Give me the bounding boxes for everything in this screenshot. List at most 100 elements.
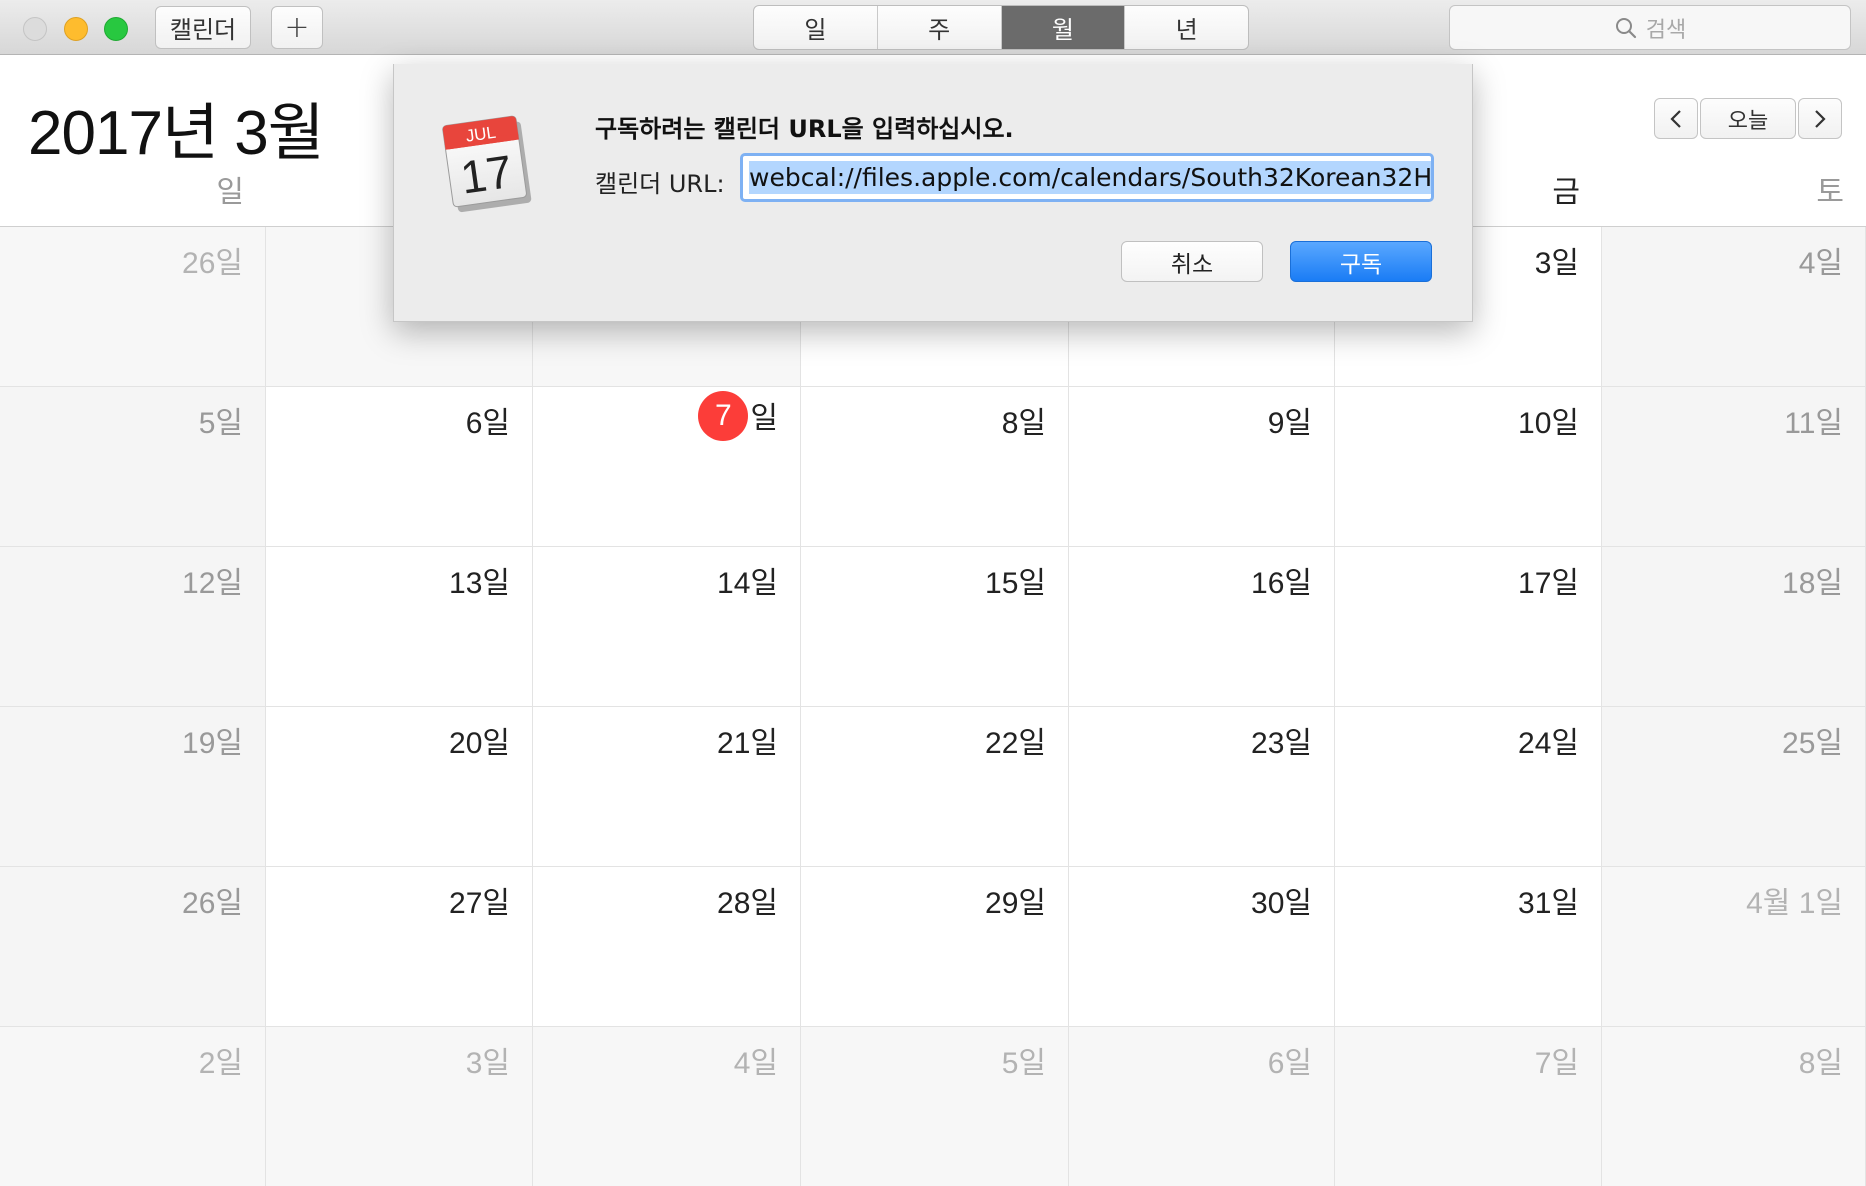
day-cell[interactable]: 8일 xyxy=(1602,1027,1866,1186)
day-number: 11일 xyxy=(1784,407,1843,440)
calendar-icon-day: 17 xyxy=(457,145,515,204)
day-number: 19일 xyxy=(182,727,243,760)
day-cell[interactable]: 5일 xyxy=(801,1027,1069,1186)
calendar-url-field[interactable]: webcal://files.apple.com/calendars/South… xyxy=(740,153,1434,202)
search-input[interactable]: 검색 xyxy=(1449,5,1851,50)
day-number: 22일 xyxy=(985,727,1046,760)
today-badge: 7 xyxy=(698,391,749,442)
day-cell[interactable]: 10일 xyxy=(1335,387,1602,547)
day-number: 15일 xyxy=(985,567,1046,600)
day-cell[interactable]: 3일 xyxy=(266,1027,533,1186)
day-cell[interactable]: 11일 xyxy=(1602,387,1866,547)
day-cell[interactable]: 7일 xyxy=(1335,1027,1602,1186)
day-number: 8일 xyxy=(1001,407,1046,440)
day-cell[interactable]: 12일 xyxy=(0,547,266,707)
day-number: 8일 xyxy=(1798,1047,1843,1080)
day-number: 6일 xyxy=(1267,1047,1312,1080)
day-cell[interactable]: 28일 xyxy=(533,867,801,1027)
day-cell[interactable]: 27일 xyxy=(266,867,533,1027)
weekday-sun: 일 xyxy=(216,175,244,210)
day-number: 4일 xyxy=(1798,247,1843,280)
day-cell[interactable]: 22일 xyxy=(801,707,1069,867)
url-label: 캘린더 URL: xyxy=(595,170,725,198)
day-cell[interactable]: 6일 xyxy=(1069,1027,1335,1186)
day-cell[interactable]: 23일 xyxy=(1069,707,1335,867)
day-cell[interactable]: 31일 xyxy=(1335,867,1602,1027)
day-number: 16일 xyxy=(1251,567,1312,600)
day-number: 26일 xyxy=(182,887,243,920)
day-number: 27일 xyxy=(449,887,510,920)
day-number: 21일 xyxy=(717,727,778,760)
subscribe-button[interactable]: 구독 xyxy=(1290,241,1432,282)
add-event-button[interactable]: + xyxy=(271,6,323,49)
day-cell[interactable]: 18일 xyxy=(1602,547,1866,707)
day-cell[interactable]: 29일 xyxy=(801,867,1069,1027)
day-cell[interactable]: 24일 xyxy=(1335,707,1602,867)
day-number: 4일 xyxy=(733,1047,778,1080)
weekday-sat: 토 xyxy=(1816,175,1844,210)
day-cell[interactable]: 8일 xyxy=(801,387,1069,547)
today-suffix: 일 xyxy=(750,402,778,435)
day-cell[interactable]: 6일 xyxy=(266,387,533,547)
day-number: 18일 xyxy=(1782,567,1843,600)
search-icon xyxy=(1615,17,1636,38)
day-cell[interactable]: 4일 xyxy=(1602,227,1866,387)
day-cell[interactable]: 4월 1일 xyxy=(1602,867,1866,1027)
previous-month-button[interactable] xyxy=(1654,98,1698,139)
search-placeholder: 검색 xyxy=(1645,17,1687,43)
minimize-window-button[interactable] xyxy=(64,17,88,41)
day-number: 14일 xyxy=(717,567,778,600)
day-cell[interactable]: 14일 xyxy=(533,547,801,707)
day-number: 28일 xyxy=(717,887,778,920)
today-button[interactable]: 오늘 xyxy=(1700,98,1796,139)
cancel-button[interactable]: 취소 xyxy=(1121,241,1263,282)
day-number: 5일 xyxy=(1001,1047,1046,1080)
day-number: 7일 xyxy=(698,391,778,445)
tab-week[interactable]: 주 xyxy=(878,6,1002,49)
day-number: 3일 xyxy=(1534,247,1579,280)
day-cell[interactable]: 2일 xyxy=(0,1027,266,1186)
day-cell[interactable]: 19일 xyxy=(0,707,266,867)
day-cell[interactable]: 17일 xyxy=(1335,547,1602,707)
close-window-button[interactable] xyxy=(23,17,47,41)
day-cell[interactable]: 26일 xyxy=(0,867,266,1027)
day-cell[interactable]: 20일 xyxy=(266,707,533,867)
tab-year[interactable]: 년 xyxy=(1125,6,1248,49)
day-number: 12일 xyxy=(182,567,243,600)
tab-month[interactable]: 월 xyxy=(1001,6,1126,49)
zoom-window-button[interactable] xyxy=(104,17,128,41)
next-month-button[interactable] xyxy=(1798,98,1842,139)
day-number: 2일 xyxy=(198,1047,243,1080)
calendar-url-value: webcal://files.apple.com/calendars/South… xyxy=(749,161,1431,194)
chevron-left-icon xyxy=(1670,109,1681,128)
day-cell[interactable]: 13일 xyxy=(266,547,533,707)
dialog-title: 구독하려는 캘린더 URL을 입력하십시오. xyxy=(595,115,1014,143)
day-cell[interactable]: 4일 xyxy=(533,1027,801,1186)
day-cell[interactable]: 26일 xyxy=(0,227,266,387)
toolbar: 캘린더 + 일 주 월 년 검색 xyxy=(0,0,1866,55)
day-number: 9일 xyxy=(1267,407,1312,440)
day-cell[interactable]: 5일 xyxy=(0,387,266,547)
view-segmented-control: 일 주 월 년 xyxy=(753,5,1249,50)
day-number: 20일 xyxy=(449,727,510,760)
day-cell[interactable]: 16일 xyxy=(1069,547,1335,707)
day-number: 31일 xyxy=(1518,887,1579,920)
day-cell[interactable]: 7일 xyxy=(533,387,801,547)
day-number: 7일 xyxy=(1534,1047,1579,1080)
day-number: 24일 xyxy=(1518,727,1579,760)
day-cell[interactable]: 30일 xyxy=(1069,867,1335,1027)
tab-day[interactable]: 일 xyxy=(754,6,878,49)
day-number: 5일 xyxy=(198,407,243,440)
day-number: 29일 xyxy=(985,887,1046,920)
day-cell[interactable]: 25일 xyxy=(1602,707,1866,867)
day-number: 23일 xyxy=(1251,727,1312,760)
month-title: 2017년 3월 xyxy=(28,99,325,168)
day-number: 17일 xyxy=(1518,567,1579,600)
subscribe-dialog: JUL 17 구독하려는 캘린더 URL을 입력하십시오. 캘린더 URL: w… xyxy=(393,64,1473,322)
calendars-button[interactable]: 캘린더 xyxy=(155,6,251,49)
day-cell[interactable]: 15일 xyxy=(801,547,1069,707)
day-cell[interactable]: 21일 xyxy=(533,707,801,867)
day-number: 6일 xyxy=(465,407,510,440)
chevron-right-icon xyxy=(1815,109,1826,128)
day-cell[interactable]: 9일 xyxy=(1069,387,1335,547)
